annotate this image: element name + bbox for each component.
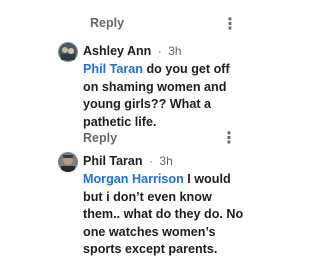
timestamp[interactable]: 3h <box>159 154 172 168</box>
comment: Phil Taran · 3h Morgan Harrison I would … <box>0 152 250 256</box>
separator: · <box>148 154 153 168</box>
comment-actions: Reply ⋮ <box>83 128 248 151</box>
more-options-icon[interactable]: ⋮ <box>221 128 238 148</box>
avatar[interactable] <box>58 42 78 62</box>
more-options-icon[interactable]: ⋮ <box>222 14 239 34</box>
comment-text: Phil Taran do you get off on shaming wom… <box>83 61 248 131</box>
reply-button[interactable]: Reply <box>90 16 124 30</box>
comment: Ashley Ann · 3h Phil Taran do you get of… <box>0 42 250 154</box>
separator: · <box>157 44 162 58</box>
timestamp[interactable]: 3h <box>168 44 181 58</box>
comment-header: Ashley Ann · 3h <box>83 42 182 60</box>
previous-comment-actions: Reply ⋮ <box>0 0 250 40</box>
avatar[interactable] <box>58 152 78 172</box>
comment-header: Phil Taran · 3h <box>83 152 173 170</box>
author-name[interactable]: Ashley Ann <box>83 44 151 58</box>
author-name[interactable]: Phil Taran <box>83 154 143 168</box>
mention-link[interactable]: Morgan Harrison <box>83 172 184 186</box>
comment-text: Morgan Harrison I would but i don’t even… <box>83 171 248 259</box>
mention-link[interactable]: Phil Taran <box>83 62 143 76</box>
reply-button[interactable]: Reply <box>83 131 117 145</box>
